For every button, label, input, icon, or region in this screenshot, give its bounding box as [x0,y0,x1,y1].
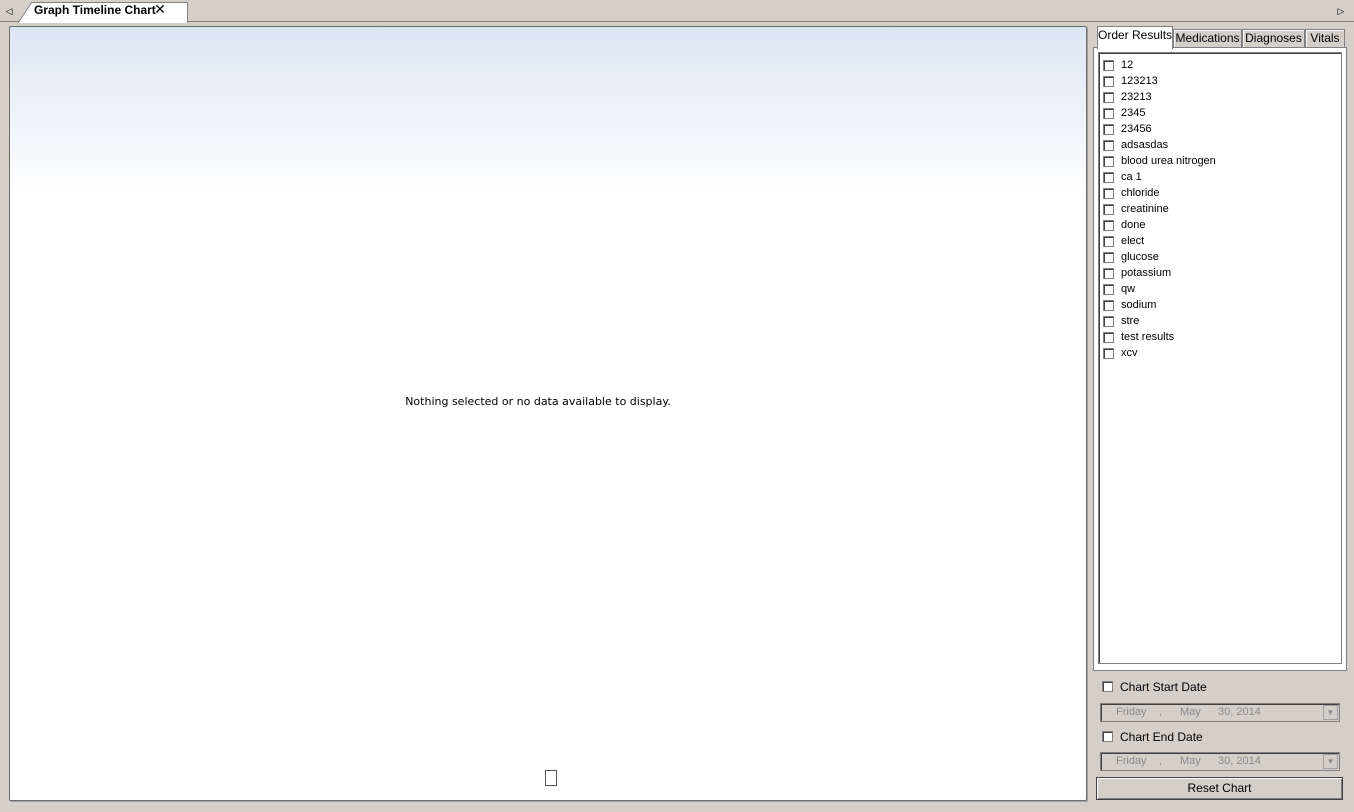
date-filter-section: Chart Start Date Friday , May 30, 2014 ▼… [1093,675,1347,803]
list-item[interactable]: ca 1 [1099,169,1341,185]
start-date: 30, 2014 [1218,706,1261,718]
list-item[interactable]: 123213 [1099,73,1341,89]
order-result-label: 23456 [1121,123,1152,135]
order-result-checkbox[interactable] [1103,268,1114,279]
end-sep: , [1159,755,1163,767]
list-item[interactable]: potassium [1099,265,1341,281]
chart-end-date-checkbox[interactable] [1102,731,1113,742]
order-results-list[interactable]: 12 123213 23213 2345 23456 adsasdas blood urea… [1098,52,1342,664]
list-item[interactable]: 12 [1099,57,1341,73]
filter-side-panel: Order Results Medications Diagnoses Vita… [1093,26,1347,671]
order-result-label: potassium [1121,267,1172,279]
chart-start-date-picker[interactable]: Friday , May 30, 2014 ▼ [1100,703,1340,722]
order-result-label: sodium [1121,299,1157,311]
order-result-checkbox[interactable] [1103,108,1114,119]
reset-chart-button[interactable]: Reset Chart [1096,777,1343,800]
order-result-checkbox[interactable] [1103,300,1114,311]
order-result-checkbox[interactable] [1103,204,1114,215]
order-result-label: 123213 [1121,75,1158,87]
order-result-checkbox[interactable] [1103,92,1114,103]
order-result-label: ca 1 [1121,171,1142,183]
order-result-label: stre [1121,315,1140,327]
chevron-down-icon[interactable]: ▼ [1323,754,1338,769]
order-result-checkbox[interactable] [1103,140,1114,151]
chevron-down-icon[interactable]: ▼ [1323,705,1338,720]
list-item[interactable]: stre [1099,313,1341,329]
list-item[interactable]: test results [1099,329,1341,345]
order-result-checkbox[interactable] [1103,316,1114,327]
tab-diagnoses[interactable]: Diagnoses [1242,29,1305,48]
order-result-label: creatinine [1121,203,1169,215]
close-tab-icon[interactable]: ✕ [153,2,167,16]
order-result-label: glucose [1121,251,1159,263]
list-item[interactable]: elect [1099,233,1341,249]
order-result-label: blood urea nitrogen [1121,155,1216,167]
chart-scroll-handle[interactable] [545,770,557,786]
order-result-checkbox[interactable] [1103,236,1114,247]
start-month: May [1180,706,1201,718]
order-result-checkbox[interactable] [1103,124,1114,135]
order-result-label: done [1121,219,1146,231]
chart-end-date-picker[interactable]: Friday , May 30, 2014 ▼ [1100,752,1340,771]
order-result-checkbox[interactable] [1103,172,1114,183]
tab-medications[interactable]: Medications [1173,29,1242,48]
order-result-checkbox[interactable] [1103,60,1114,71]
list-item[interactable]: 2345 [1099,105,1341,121]
tab-order-results[interactable]: Order Results [1097,26,1173,49]
order-result-checkbox[interactable] [1103,252,1114,263]
list-item[interactable]: xcv [1099,345,1341,361]
list-item[interactable]: glucose [1099,249,1341,265]
tab-vitals[interactable]: Vitals [1305,29,1345,48]
tab-scroll-right-icon[interactable]: ▷ [1334,3,1348,19]
list-item[interactable]: adsasdas [1099,137,1341,153]
start-sep: , [1159,706,1163,718]
timeline-chart-area[interactable]: Nothing selected or no data available to… [9,26,1087,801]
list-item[interactable]: qw [1099,281,1341,297]
order-result-checkbox[interactable] [1103,76,1114,87]
empty-chart-message: Nothing selected or no data available to… [405,395,671,408]
order-result-label: 23213 [1121,91,1152,103]
end-month: May [1180,755,1201,767]
order-result-checkbox[interactable] [1103,188,1114,199]
start-day: Friday [1116,706,1147,718]
order-results-tab-body: 12 123213 23213 2345 23456 adsasdas blood urea… [1093,47,1347,671]
order-result-label: 2345 [1121,107,1146,119]
order-result-label: adsasdas [1121,139,1169,151]
list-item[interactable]: 23213 [1099,89,1341,105]
list-item[interactable]: done [1099,217,1341,233]
order-result-checkbox[interactable] [1103,348,1114,359]
document-tab-strip: ◁ Graph Timeline Chart ✕ ▷ [0,0,1354,23]
end-date: 30, 2014 [1218,755,1261,767]
side-tabs: Order Results Medications Diagnoses Vita… [1095,26,1347,49]
order-result-label: 12 [1121,59,1134,71]
list-item[interactable]: sodium [1099,297,1341,313]
order-result-label: chloride [1121,187,1160,199]
order-result-checkbox[interactable] [1103,220,1114,231]
order-result-checkbox[interactable] [1103,284,1114,295]
list-item[interactable]: 23456 [1099,121,1341,137]
order-result-label: qw [1121,283,1136,295]
list-item[interactable]: chloride [1099,185,1341,201]
order-result-label: elect [1121,235,1145,247]
chart-start-date-checkbox[interactable] [1102,681,1113,692]
chart-start-date-label: Chart Start Date [1120,680,1207,694]
tab-title: Graph Timeline Chart [34,3,156,17]
tab-scroll-left-icon[interactable]: ◁ [2,3,16,19]
order-result-checkbox[interactable] [1103,156,1114,167]
list-item[interactable]: creatinine [1099,201,1341,217]
chart-end-date-label: Chart End Date [1120,730,1203,744]
order-result-checkbox[interactable] [1103,332,1114,343]
list-item[interactable]: blood urea nitrogen [1099,153,1341,169]
order-result-label: xcv [1121,347,1138,359]
order-result-label: test results [1121,331,1175,343]
end-day: Friday [1116,755,1147,767]
